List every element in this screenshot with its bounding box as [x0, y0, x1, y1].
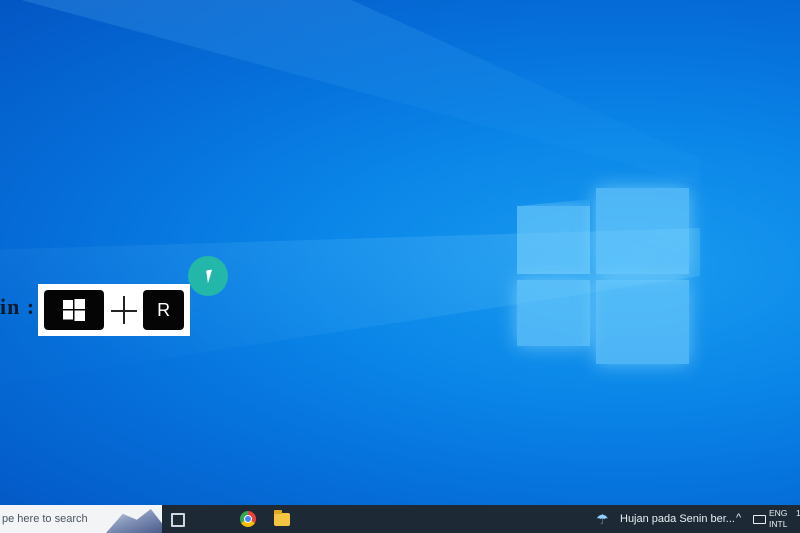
battery-icon[interactable] — [753, 515, 766, 524]
file-explorer-icon[interactable] — [274, 510, 290, 526]
task-view-icon[interactable] — [171, 513, 185, 527]
weather-icon[interactable]: ☂ — [596, 511, 609, 528]
shortcut-overlay: R — [38, 284, 190, 336]
windows-logo-icon — [63, 299, 86, 321]
windows-wallpaper-logo — [517, 188, 689, 364]
lang-line-1: ENG — [769, 508, 788, 518]
r-key: R — [143, 290, 184, 330]
windows-key — [44, 290, 105, 330]
taskbar: pe here to search ☂ Hujan pada Senin ber… — [0, 505, 800, 533]
clock-line-2: 1 — [796, 508, 800, 518]
copilot-icon[interactable] — [205, 511, 221, 527]
plus-icon — [108, 290, 139, 330]
language-indicator[interactable]: ENG INTL — [769, 508, 787, 530]
weather-text[interactable]: Hujan pada Senin ber... — [620, 513, 735, 525]
desktop: in : R — [0, 0, 800, 505]
chrome-icon[interactable] — [240, 511, 256, 527]
search-box[interactable]: pe here to search — [0, 505, 162, 533]
clock[interactable]: 1 — [796, 508, 800, 519]
caption-text: in : — [0, 294, 36, 319]
chevron-up-icon[interactable]: ^ — [736, 512, 741, 524]
search-highlight-art — [106, 509, 162, 533]
lang-line-2: INTL — [769, 519, 788, 529]
search-placeholder: pe here to search — [2, 513, 88, 525]
